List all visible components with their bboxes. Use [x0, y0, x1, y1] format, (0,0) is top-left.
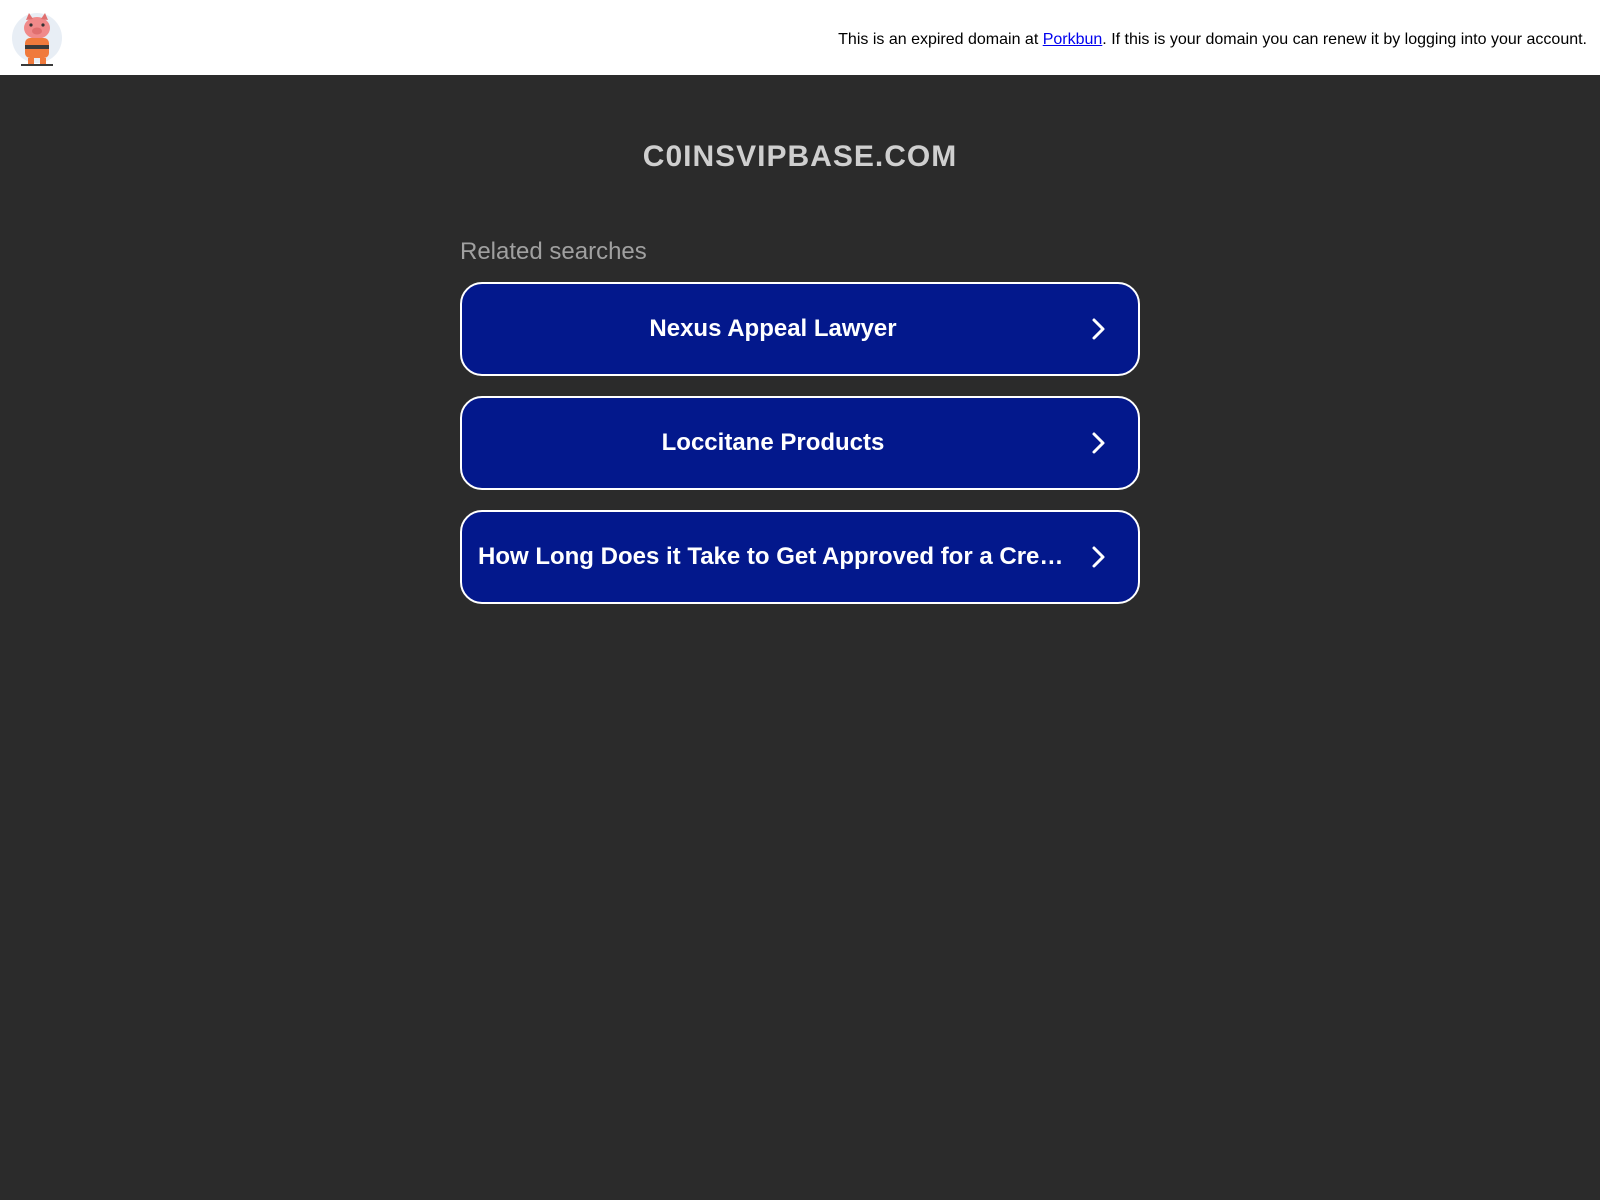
related-search-button[interactable]: Nexus Appeal Lawyer [460, 282, 1140, 376]
top-notice-bar: This is an expired domain at Porkbun. If… [0, 0, 1600, 75]
related-search-label: Nexus Appeal Lawyer [649, 315, 897, 342]
related-search-button[interactable]: Loccitane Products [460, 396, 1140, 490]
chevron-right-icon [1092, 318, 1105, 340]
related-searches-label: Related searches [460, 238, 647, 265]
domain-title: C0INSVIPBASE.COM [642, 140, 958, 173]
related-searches-list: Nexus Appeal Lawyer Loccitane Products H… [460, 282, 1140, 624]
related-search-label: Loccitane Products [661, 429, 885, 456]
notice-suffix: . If this is your domain you can renew i… [1102, 31, 1587, 48]
porkbun-pig-logo-icon[interactable] [10, 8, 64, 68]
chevron-right-icon [1092, 432, 1105, 454]
related-search-button[interactable]: How Long Does it Take to Get Approved fo… [460, 510, 1140, 604]
related-search-label: How Long Does it Take to Get Approved fo… [478, 543, 1068, 570]
expired-domain-notice: This is an expired domain at Porkbun. If… [838, 30, 1587, 50]
porkbun-link[interactable]: Porkbun [1043, 31, 1103, 48]
notice-prefix: This is an expired domain at [838, 31, 1043, 48]
chevron-right-icon [1092, 546, 1105, 568]
